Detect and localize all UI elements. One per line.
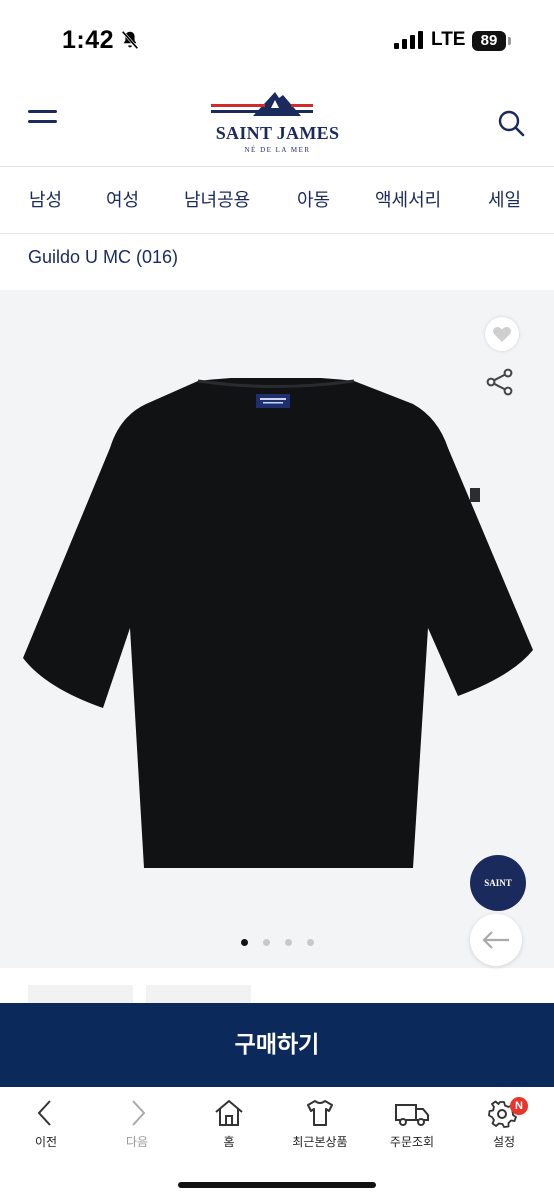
site-header: SAINT JAMES NÉ DE LA MER [0,80,554,167]
battery-level: 89 [472,31,506,51]
tab-back[interactable]: 이전 [6,1097,86,1150]
category-women[interactable]: 여성 [106,186,139,212]
slide-dot[interactable] [285,939,292,946]
tab-recent[interactable]: 최근본상품 [280,1097,360,1150]
hamburger-icon[interactable] [28,110,58,132]
status-bar: 1:42 LTE 89 [0,0,554,80]
network-label: LTE [431,29,466,50]
back-button[interactable] [470,914,522,966]
tab-home[interactable]: 홈 [189,1097,269,1150]
buy-button[interactable]: 구매하기 [0,1003,554,1087]
signal-icon [394,31,423,49]
wishlist-button[interactable] [485,317,519,351]
brand-badge-button[interactable]: SAINT JAMES [470,855,526,944]
search-icon[interactable] [496,108,526,138]
logo-mark-icon [211,92,313,116]
thumbnail[interactable] [146,985,251,1005]
thumbnail[interactable] [28,985,133,1005]
share-icon[interactable] [485,367,515,397]
category-men[interactable]: 남성 [29,186,62,212]
category-sale[interactable]: 세일 [488,186,521,212]
tab-label: 설정 [492,1135,516,1149]
tab-settings[interactable]: N 설정 [464,1097,544,1150]
slide-dot[interactable] [263,939,270,946]
brand-name: SAINT JAMES [215,123,340,143]
tab-label: 최근본상품 [292,1135,348,1149]
tab-orders[interactable]: 주문조회 [372,1097,452,1150]
notification-badge: N [510,1097,528,1115]
chevron-right-icon [132,1100,146,1126]
heart-icon [493,327,511,342]
category-kids[interactable]: 아동 [297,186,330,212]
battery-tip [508,37,511,45]
product-gallery[interactable] [0,290,554,968]
tab-label: 주문조회 [389,1135,435,1149]
tab-forward[interactable]: 다음 [97,1097,177,1150]
tab-label: 이전 [34,1135,58,1149]
category-accessories[interactable]: 액세서리 [375,186,441,212]
chevron-left-icon [37,1100,51,1126]
bell-muted-icon [121,30,139,50]
brand-logo[interactable]: SAINT JAMES NÉ DE LA MER [205,86,350,158]
product-image [23,378,533,868]
slide-dot[interactable] [241,939,248,946]
category-unisex[interactable]: 남녀공용 [184,186,250,212]
tab-label: 다음 [125,1135,149,1149]
home-indicator [178,1182,376,1188]
truck-icon [395,1104,429,1126]
home-icon [215,1099,243,1126]
tab-label: 홈 [223,1135,235,1149]
brand-tagline: NÉ DE LA MER [244,146,311,154]
tshirt-icon [307,1100,333,1126]
arrow-left-icon [482,931,509,949]
slide-dot[interactable] [307,939,314,946]
category-nav: 남성 여성 남녀공용 아동 액세서리 세일 [0,166,554,234]
status-time: 1:42 [62,26,115,54]
product-name: Guildo U MC (016) [28,247,179,267]
